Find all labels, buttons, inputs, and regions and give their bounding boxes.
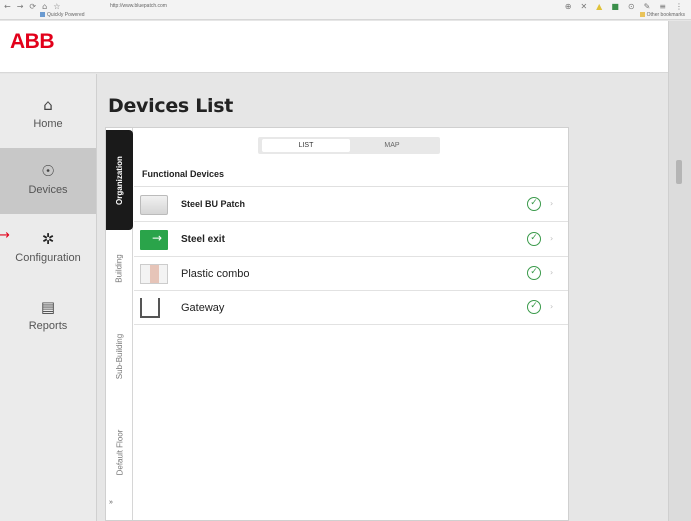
app-frame: ← → ⟳ ⌂ ☆ http://www.bluepatch.com ⊕ ✕ ▲… (0, 0, 691, 521)
device-row-gateway[interactable]: Gateway ✓ › (134, 291, 568, 325)
warning-icon[interactable]: ▲ (596, 2, 602, 11)
chevron-right-icon[interactable]: › (550, 302, 553, 311)
tab-label: Organization (115, 155, 125, 205)
star-icon[interactable]: ☆ (53, 2, 60, 11)
menu-icon[interactable]: ≡ (659, 2, 666, 11)
app-header: ABB (0, 21, 668, 73)
list-view-button[interactable]: LIST (262, 139, 350, 152)
status-ok-icon: ✓ (527, 232, 541, 246)
extension-icon[interactable]: ■ (611, 2, 619, 11)
abb-logo: ABB (10, 30, 55, 53)
tab-label: Building (115, 253, 124, 283)
home-browser-icon[interactable]: ⌂ (42, 2, 47, 11)
address-bar[interactable]: http://www.bluepatch.com (110, 3, 167, 9)
sidebar-item-home[interactable]: ⌂ Home (0, 82, 96, 148)
status-ok-icon: ✓ (527, 300, 541, 314)
device-thumbnail (140, 195, 168, 215)
collapse-icon[interactable]: » (109, 499, 113, 506)
bookmark-item[interactable]: Quickly Powered (40, 12, 85, 18)
kebab-menu-icon[interactable]: ⋮ (675, 2, 683, 11)
page-title: Devices List (108, 95, 234, 117)
section-title: Functional Devices (142, 169, 225, 179)
lightbulb-icon: ☉ (41, 162, 55, 180)
device-row-steel-bu-patch[interactable]: Steel BU Patch ✓ › (134, 188, 568, 222)
device-name: Plastic combo (181, 268, 250, 280)
divider (134, 186, 568, 187)
close-icon[interactable]: ✕ (580, 2, 587, 11)
device-name: Steel BU Patch (181, 199, 246, 209)
tab-label: Default Floor (115, 429, 125, 475)
tab-default-floor[interactable]: Default Floor (106, 416, 133, 488)
sidebar-item-label: Home (33, 118, 63, 130)
sidebar-item-label: Reports (28, 320, 68, 332)
document-icon: ▤ (40, 298, 56, 316)
browser-toolbar: ← → ⟳ ⌂ ☆ http://www.bluepatch.com ⊕ ✕ ▲… (0, 0, 691, 20)
pointer-arrow-icon: → (0, 228, 10, 243)
device-name: Steel exit (181, 234, 225, 245)
tab-organization[interactable]: Organization (106, 130, 133, 230)
tab-label: Sub-Building (115, 333, 124, 379)
sidebar-item-reports[interactable]: ▤ Reports (0, 284, 96, 350)
sidebar-item-devices[interactable]: ☉ Devices (0, 148, 96, 214)
back-icon[interactable]: ← (4, 2, 11, 11)
browser-extensions: ⊕ ✕ ▲ ■ ⊙ ✎ ≡ ⋮ (565, 2, 683, 11)
device-thumbnail (140, 298, 160, 318)
gear-icon: ✲ (41, 230, 55, 248)
page-scrollbar[interactable] (668, 21, 691, 521)
extension-icon[interactable]: ⊙ (628, 2, 635, 11)
map-view-button[interactable]: MAP (348, 139, 436, 152)
device-row-steel-exit[interactable]: Steel exit ✓ › (134, 223, 568, 257)
vertical-tabs: Organization Building Sub-Building Defau… (106, 128, 133, 520)
chevron-right-icon[interactable]: › (550, 268, 553, 277)
sidebar: ⌂ Home ☉ Devices ✲ Configuration ▤ Repor… (0, 74, 97, 521)
browser-nav: ← → ⟳ ⌂ ☆ (4, 2, 60, 11)
tab-sub-building[interactable]: Sub-Building (106, 308, 133, 404)
view-toggle: LIST MAP (258, 137, 440, 154)
chevron-right-icon[interactable]: › (550, 234, 553, 243)
tab-building[interactable]: Building (106, 240, 133, 296)
device-row-plastic-combo[interactable]: Plastic combo ✓ › (134, 257, 568, 291)
forward-icon[interactable]: → (17, 2, 24, 11)
sidebar-item-configuration[interactable]: ✲ Configuration (0, 216, 96, 282)
extension-icon[interactable]: ✎ (644, 2, 651, 11)
home-icon: ⌂ (43, 96, 53, 114)
status-ok-icon: ✓ (527, 197, 541, 211)
device-thumbnail (140, 230, 168, 250)
device-thumbnail (140, 264, 168, 284)
sidebar-item-label: Devices (28, 184, 68, 196)
scrollbar-thumb[interactable] (676, 160, 682, 184)
sidebar-item-label: Configuration (15, 252, 81, 264)
reload-icon[interactable]: ⟳ (29, 2, 36, 11)
extension-icon[interactable]: ⊕ (565, 2, 572, 11)
other-bookmarks[interactable]: Other bookmarks (640, 12, 685, 18)
status-ok-icon: ✓ (527, 266, 541, 280)
device-name: Gateway (181, 302, 225, 314)
chevron-right-icon[interactable]: › (550, 199, 553, 208)
